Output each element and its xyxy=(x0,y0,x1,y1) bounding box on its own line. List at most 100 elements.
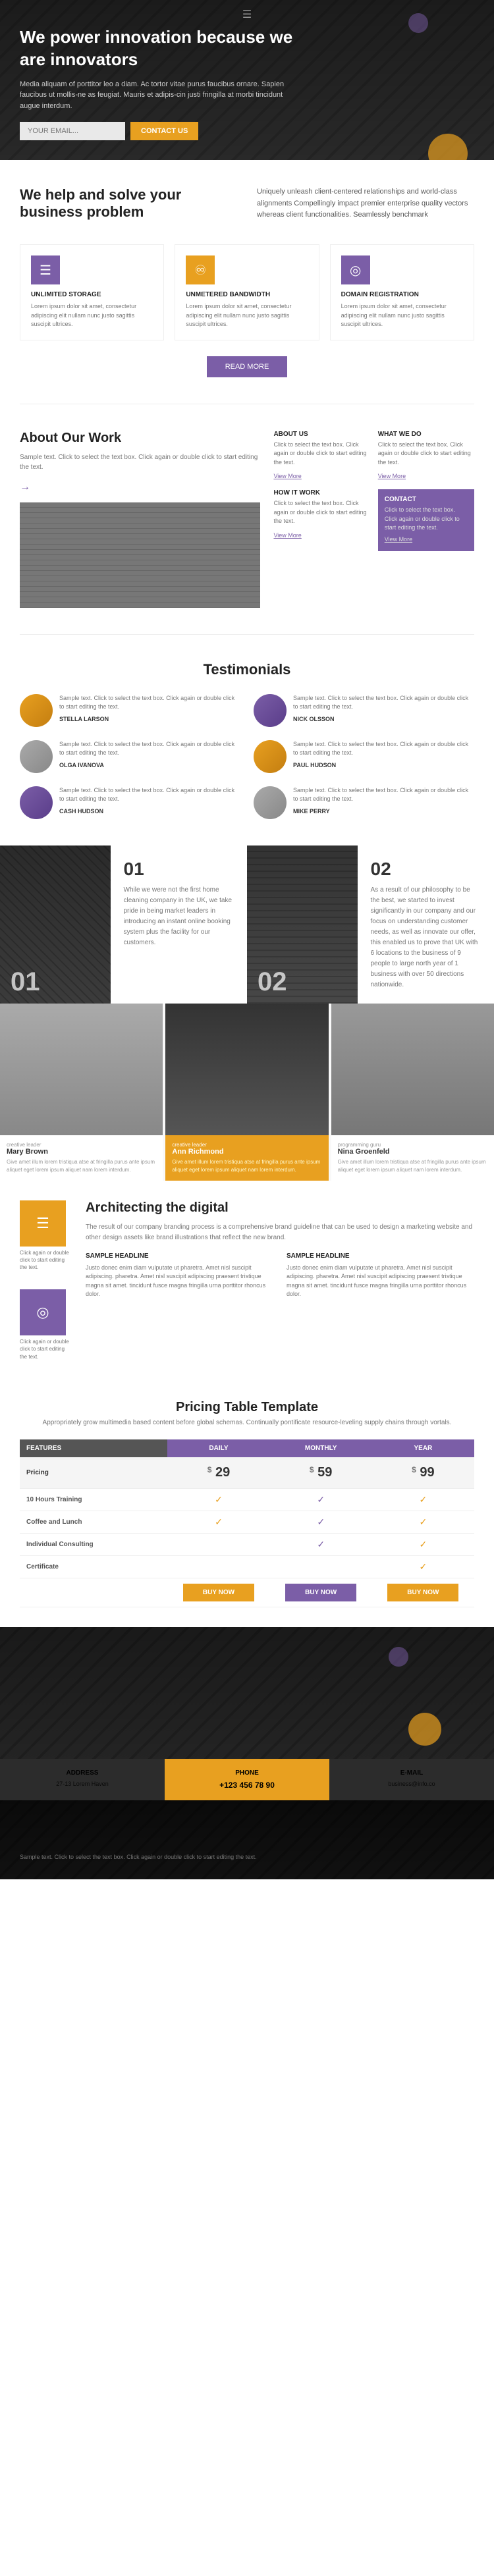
table-row: Certificate ✓ xyxy=(20,1555,474,1578)
domain-icon: ◎ xyxy=(341,255,370,284)
what-we-do-text: Click to select the text box. Click agai… xyxy=(378,441,474,468)
team-label-1: creative leader Ann Richmond Give amet i… xyxy=(165,1135,328,1181)
row-daily-2: ✓ xyxy=(167,1511,269,1533)
how-it-work-view-more[interactable]: View More xyxy=(273,532,301,539)
testimonial-name-0: STELLA LARSON xyxy=(59,716,240,722)
how-it-work-text: Click to select the text box. Click agai… xyxy=(273,499,370,526)
feature-text-1: 01 While we were not the first home clea… xyxy=(111,845,248,1004)
avatar-0 xyxy=(20,694,53,727)
row-monthly-2: ✓ xyxy=(270,1511,372,1533)
buy-year-button[interactable]: BUY NOW xyxy=(387,1584,458,1601)
buy-year-cell: BUY NOW xyxy=(372,1578,474,1607)
row-year-2: ✓ xyxy=(372,1511,474,1533)
testimonial-name-3: PAUL HUDSON xyxy=(293,762,474,768)
row-monthly-1: ✓ xyxy=(270,1488,372,1511)
about-right: ABOUT US Click to select the text box. C… xyxy=(273,431,474,608)
team-desc-0: Give amet illum lorem tristiqua atse at … xyxy=(7,1158,156,1174)
avatar-3 xyxy=(254,740,287,773)
row-monthly-4 xyxy=(270,1555,372,1578)
digital-icon-1: ☰ xyxy=(20,1200,66,1247)
avatar-5 xyxy=(254,786,287,819)
team-desc-1: Give amet illum lorem tristiqua atse at … xyxy=(172,1158,321,1174)
accent-circle-2 xyxy=(408,13,428,33)
feature-image-1: 01 xyxy=(0,845,111,1004)
pricing-table: FEATURES DAILY MONTHLY YEAR Pricing $ 29… xyxy=(20,1439,474,1607)
digital-icons: ☰ Click again or double click to start e… xyxy=(20,1200,72,1360)
digital-description: The result of our company branding proce… xyxy=(86,1222,474,1243)
team-role-2: programming guru xyxy=(338,1142,487,1148)
testimonial-text-2: Sample text. Click to select the text bo… xyxy=(59,740,240,758)
hero-section: ☰ We power innovation because we are inn… xyxy=(0,0,494,160)
testimonial-name-1: NICK OLSSON xyxy=(293,716,474,722)
contact-view-more[interactable]: View More xyxy=(385,536,412,543)
email-input[interactable] xyxy=(20,122,125,140)
row-label-2: Coffee and Lunch xyxy=(20,1511,167,1533)
business-section: We help and solve your business problem … xyxy=(0,160,494,404)
buy-daily-cell: BUY NOW xyxy=(167,1578,269,1607)
row-daily-1: ✓ xyxy=(167,1488,269,1511)
email-label: E-MAIL xyxy=(343,1769,481,1777)
phone-block: PHONE +123 456 78 90 xyxy=(165,1759,329,1800)
card-text-3: Lorem ipsum dolor sit amet, consectetur … xyxy=(341,302,463,329)
price-daily: $ 29 xyxy=(167,1457,269,1489)
read-more-button[interactable]: READ MORE xyxy=(207,356,288,377)
team-section: creative leader Mary Brown Give amet ill… xyxy=(0,1004,494,1181)
business-title: We help and solve your business problem xyxy=(20,186,237,221)
team-role-0: creative leader xyxy=(7,1142,156,1148)
digital-col2-title: SAMPLE HEADLINE xyxy=(287,1252,474,1260)
row-daily-3 xyxy=(167,1533,269,1555)
team-name-0: Mary Brown xyxy=(7,1148,156,1156)
digital-col1-title: SAMPLE HEADLINE xyxy=(86,1252,273,1260)
digital-col1-text: Justo donec enim diam vulputate ut phare… xyxy=(86,1264,273,1299)
storage-icon: ☰ xyxy=(31,255,60,284)
about-arrow-link[interactable]: → xyxy=(20,481,30,493)
business-cards: ☰ UNLIMITED STORAGE Lorem ipsum dolor si… xyxy=(20,244,474,340)
table-row: Coffee and Lunch ✓ ✓ ✓ xyxy=(20,1511,474,1533)
what-we-do-item: WHAT WE DO Click to select the text box.… xyxy=(378,431,474,482)
address-line: 27-13 Lorem Haven xyxy=(13,1781,151,1787)
team-member-2: programming guru Nina Groenfeld Give ame… xyxy=(331,1004,494,1181)
testimonial-item-2: Sample text. Click to select the text bo… xyxy=(20,740,240,773)
testimonial-text-5: Sample text. Click to select the text bo… xyxy=(293,786,474,804)
pricing-description: Appropriately grow multimedia based cont… xyxy=(20,1419,474,1426)
testimonial-text-0: Sample text. Click to select the text bo… xyxy=(59,694,240,712)
hamburger-menu[interactable]: ☰ xyxy=(242,8,252,21)
row-label-3: Individual Consulting xyxy=(20,1533,167,1555)
digital-col-1: SAMPLE HEADLINE Justo donec enim diam vu… xyxy=(86,1252,273,1299)
row-year-1: ✓ xyxy=(372,1488,474,1511)
feature-number-1: 01 xyxy=(11,967,40,997)
col-year: YEAR xyxy=(372,1439,474,1457)
table-row: 10 Hours Training ✓ ✓ ✓ xyxy=(20,1488,474,1511)
digital-title: Architecting the digital xyxy=(86,1200,474,1216)
row-monthly-3: ✓ xyxy=(270,1533,372,1555)
avatar-2 xyxy=(20,740,53,773)
footer-bottom: Sample text. Click to select the text bo… xyxy=(0,1800,494,1879)
card-title-1: UNLIMITED STORAGE xyxy=(31,291,153,298)
team-photo-0 xyxy=(0,1004,163,1135)
testimonial-name-4: CASH HUDSON xyxy=(59,808,240,815)
footer-bottom-text: Sample text. Click to select the text bo… xyxy=(20,1853,474,1862)
business-description: Uniquely unleash client-centered relatio… xyxy=(257,186,474,231)
address-block: ADDRESS 27-13 Lorem Haven xyxy=(0,1759,165,1800)
team-member-1: creative leader Ann Richmond Give amet i… xyxy=(165,1004,328,1181)
contact-text: Click to select the text box. Click agai… xyxy=(385,506,468,533)
team-photo-1 xyxy=(165,1004,328,1135)
what-we-do-view-more[interactable]: View More xyxy=(378,473,406,479)
feature-desc-2: As a result of our philosophy to be the … xyxy=(371,885,481,990)
testimonials-grid: Sample text. Click to select the text bo… xyxy=(20,694,474,819)
about-us-title: ABOUT US xyxy=(273,431,370,438)
about-us-text: Click to select the text box. Click agai… xyxy=(273,441,370,468)
hero-subtitle: Media aliquam of porttitor leo a diam. A… xyxy=(20,79,296,112)
testimonials-title: Testimonials xyxy=(20,661,474,678)
business-left: We help and solve your business problem xyxy=(20,186,237,231)
digital-columns: SAMPLE HEADLINE Justo donec enim diam vu… xyxy=(86,1252,474,1299)
row-label-4: Certificate xyxy=(20,1555,167,1578)
team-role-1: creative leader xyxy=(172,1142,321,1148)
card-title-2: UNMETERED BANDWIDTH xyxy=(186,291,308,298)
buy-monthly-button[interactable]: BUY NOW xyxy=(285,1584,356,1601)
testimonial-name-2: OLGA IVANOVA xyxy=(59,762,240,768)
contact-us-button[interactable]: CONTACT US xyxy=(130,122,198,140)
about-sample-text: Sample text. Click to select the text bo… xyxy=(20,452,260,472)
about-us-view-more[interactable]: View More xyxy=(273,473,301,479)
buy-daily-button[interactable]: BUY NOW xyxy=(183,1584,254,1601)
